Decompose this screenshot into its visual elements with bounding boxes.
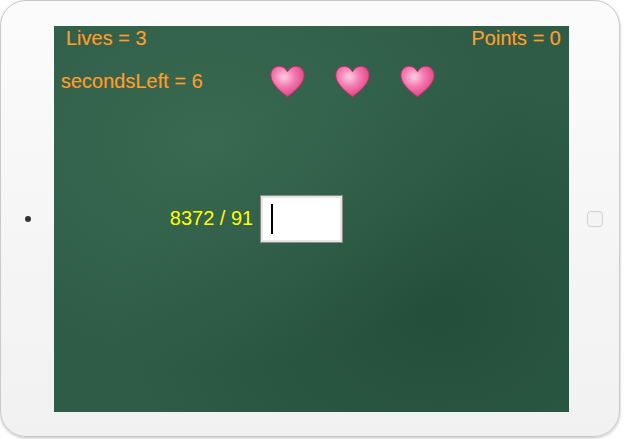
answer-field[interactable] [260, 195, 343, 243]
answer-input[interactable] [273, 206, 342, 231]
camera-icon [25, 216, 31, 222]
hud-top-row: Lives = 3 Points = 0 [61, 26, 561, 52]
heart-icon [269, 64, 306, 100]
problem-row: 8372 / 91 [54, 195, 569, 243]
lives-label: Lives = 3 [66, 27, 147, 50]
game-screen: Lives = 3 Points = 0 secondsLeft = 6 8372 /… [54, 26, 569, 412]
heart-icon [399, 64, 436, 100]
timer-label: secondsLeft = 6 [61, 70, 203, 93]
tablet-frame: Lives = 3 Points = 0 secondsLeft = 6 8372 /… [0, 0, 620, 437]
points-label: Points = 0 [471, 27, 561, 50]
left-bezel [1, 1, 54, 436]
heart-icon [334, 64, 371, 100]
right-bezel [569, 1, 621, 436]
hearts [269, 64, 436, 100]
hud-second-row: secondsLeft = 6 [61, 62, 561, 102]
home-button[interactable] [587, 211, 603, 227]
hud: Lives = 3 Points = 0 secondsLeft = 6 [54, 26, 569, 102]
question-text: 8372 / 91 [170, 207, 253, 230]
